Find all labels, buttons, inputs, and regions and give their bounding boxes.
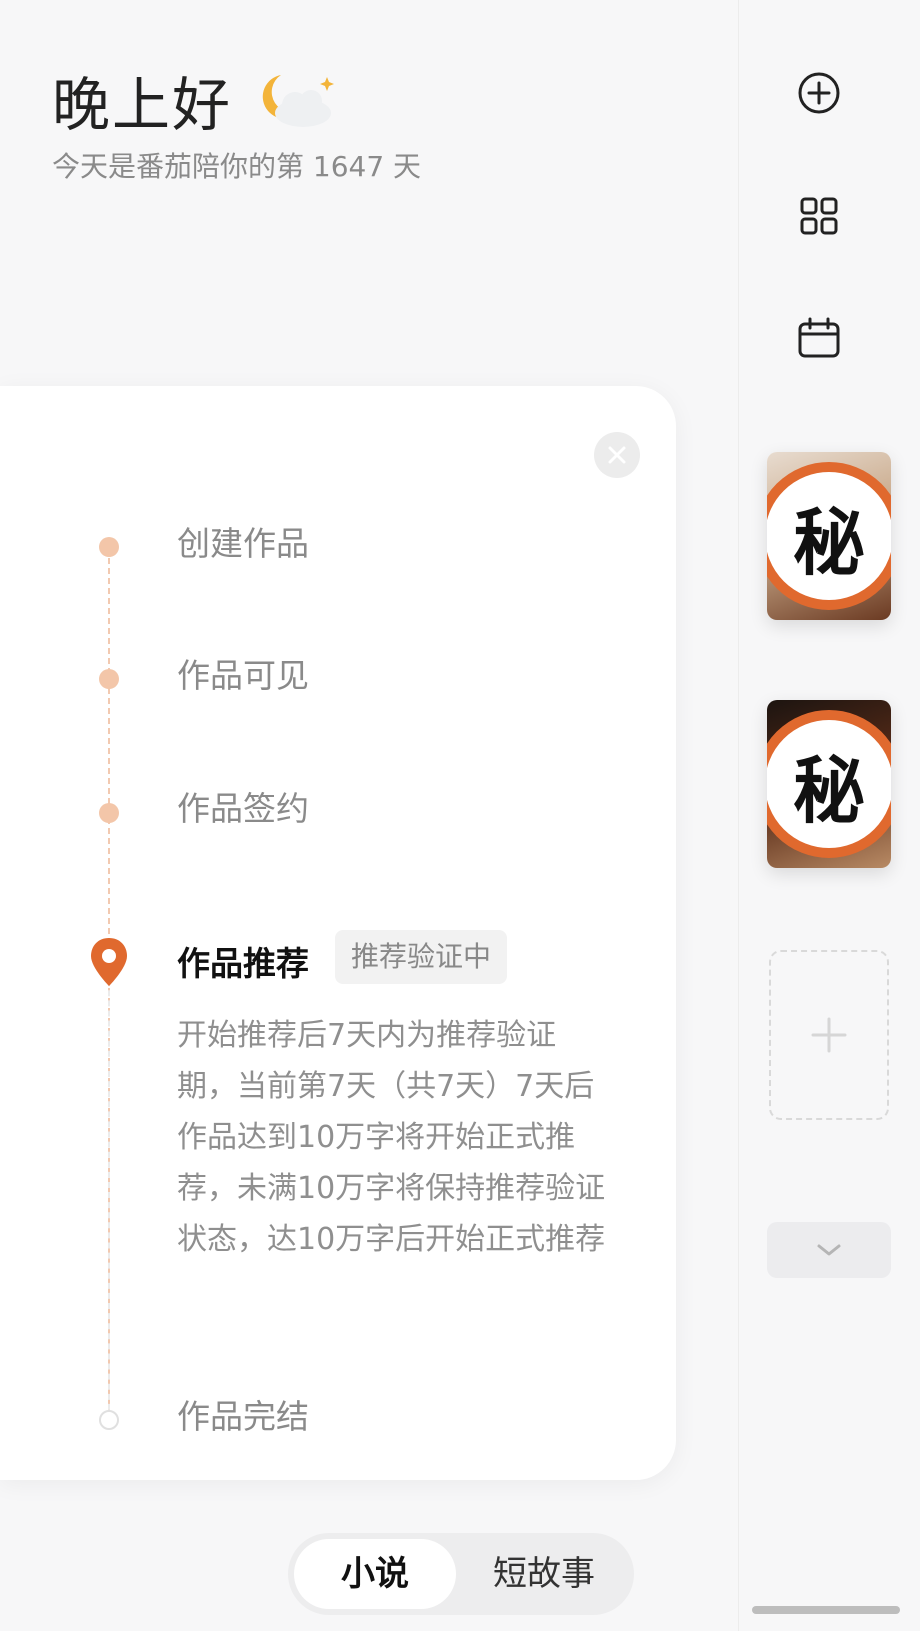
expand-button[interactable] (767, 1222, 891, 1278)
moon-cloud-icon (251, 69, 337, 131)
greeting-header: 晚上好 (52, 58, 337, 142)
step-work-visible: 作品可见 (177, 656, 309, 695)
secret-badge: 秘 (767, 462, 891, 610)
add-work-button[interactable] (789, 63, 849, 123)
work-cover-2[interactable]: 秘 (767, 700, 891, 868)
home-indicator[interactable] (752, 1606, 900, 1614)
close-button[interactable] (594, 432, 640, 478)
step-create-work: 创建作品 (177, 524, 309, 563)
grid-icon (800, 197, 838, 235)
calendar-button[interactable] (789, 308, 849, 368)
work-cover-1[interactable]: 秘 (767, 452, 891, 620)
step-dot-done (99, 537, 119, 557)
status-badge: 推荐验证中 (335, 930, 508, 984)
greeting-title: 晚上好 (52, 71, 233, 139)
close-icon (608, 446, 626, 464)
step-dot-done (99, 803, 119, 823)
timeline-line-pending (108, 960, 110, 1420)
plus-icon (811, 1017, 847, 1053)
step-work-recommend: 作品推荐 (177, 944, 309, 983)
grid-view-button[interactable] (789, 186, 849, 246)
step-dot-done (99, 669, 119, 689)
step-work-signed: 作品签约 (177, 789, 309, 828)
chevron-down-icon (817, 1244, 841, 1256)
category-switch: 小说 短故事 (288, 1533, 634, 1615)
add-work-slot[interactable] (769, 950, 889, 1120)
days-subtitle: 今天是番茄陪你的第 1647 天 (52, 150, 422, 183)
step-dot-pending (99, 1410, 119, 1430)
calendar-icon (798, 317, 840, 358)
tab-short-story[interactable]: 短故事 (460, 1539, 628, 1609)
tab-novel[interactable]: 小说 (294, 1539, 456, 1609)
step-work-complete: 作品完结 (177, 1397, 309, 1436)
add-circle-icon (798, 72, 840, 114)
step-description: 开始推荐后7天内为推荐验证期，当前第7天（共7天）7天后作品达到10万字将开始正… (177, 1018, 606, 1257)
location-pin-icon (89, 936, 129, 988)
right-rail: 秘 秘 (738, 0, 920, 1631)
secret-badge: 秘 (767, 710, 891, 858)
